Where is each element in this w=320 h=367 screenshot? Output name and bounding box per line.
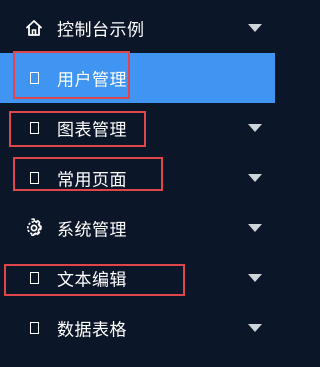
menu-item-label: 图表管理 xyxy=(57,120,127,141)
gear-icon xyxy=(24,218,44,238)
document-icon xyxy=(24,68,44,88)
menu-item-user-management[interactable]: 用户管理 xyxy=(0,53,275,103)
menu-item-label: 文本编辑 xyxy=(57,270,127,291)
menu-item-label: 数据表格 xyxy=(57,320,127,341)
chevron-down-icon[interactable] xyxy=(248,274,262,282)
menu-item-data-table[interactable]: 数据表格 xyxy=(0,303,275,353)
chevron-down-icon[interactable] xyxy=(248,174,262,182)
menu-item-common-pages[interactable]: 常用页面 xyxy=(0,153,275,203)
menu-item-console-examples[interactable]: 控制台示例 xyxy=(0,3,275,53)
document-icon xyxy=(24,118,44,138)
document-icon xyxy=(24,168,44,188)
menu-item-text-editing[interactable]: 文本编辑 xyxy=(0,253,275,303)
sidebar-menu: 控制台示例 用户管理 图表管理 常用页面 系统管理 文本编辑 数据表格 xyxy=(0,0,275,367)
document-icon xyxy=(24,318,44,338)
chevron-down-icon[interactable] xyxy=(248,24,262,32)
menu-item-label: 控制台示例 xyxy=(57,20,145,41)
menu-item-chart-management[interactable]: 图表管理 xyxy=(0,103,275,153)
menu-item-system-management[interactable]: 系统管理 xyxy=(0,203,275,253)
home-icon xyxy=(24,18,44,38)
chevron-down-icon[interactable] xyxy=(248,324,262,332)
menu-item-label: 用户管理 xyxy=(57,70,127,91)
menu-item-label: 系统管理 xyxy=(57,220,127,241)
menu-item-label: 常用页面 xyxy=(57,170,127,191)
chevron-down-icon[interactable] xyxy=(248,124,262,132)
chevron-down-icon[interactable] xyxy=(248,224,262,232)
document-icon xyxy=(24,268,44,288)
